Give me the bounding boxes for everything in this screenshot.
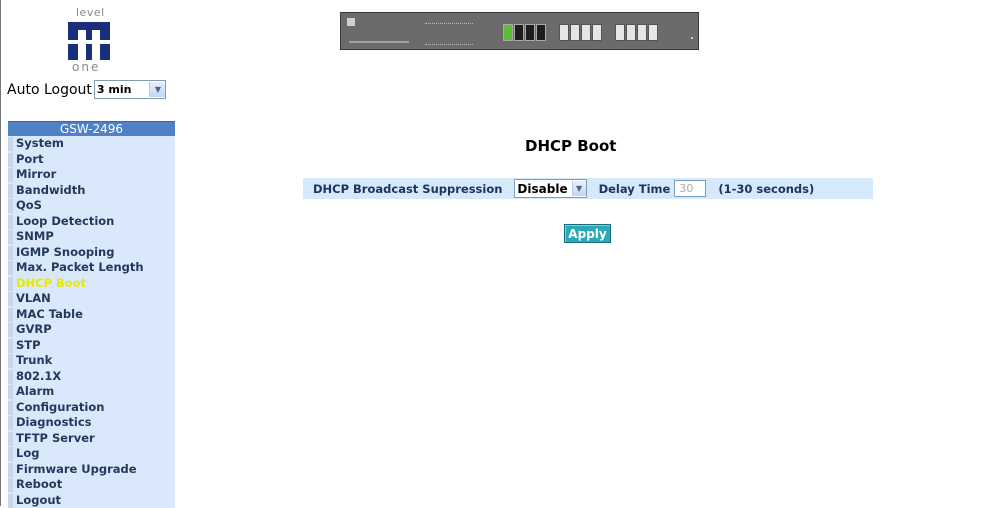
menu-header: GSW-2496 bbox=[8, 121, 175, 136]
sidebar-item-system[interactable]: System bbox=[8, 136, 175, 152]
port-icon bbox=[615, 24, 625, 41]
sidebar-item-port[interactable]: Port bbox=[8, 152, 175, 168]
sidebar-item-mac-table[interactable]: MAC Table bbox=[8, 307, 175, 323]
port-icon bbox=[514, 24, 524, 41]
chevron-down-icon[interactable]: ▼ bbox=[149, 82, 165, 97]
suppression-label: DHCP Broadcast Suppression bbox=[313, 182, 502, 196]
sidebar-item-max-packet-length[interactable]: Max. Packet Length bbox=[8, 260, 175, 276]
port-icon bbox=[592, 24, 602, 41]
port-icon bbox=[648, 24, 658, 41]
device-indicator bbox=[691, 37, 693, 39]
logo-text-top: level bbox=[76, 6, 105, 19]
sidebar-item-vlan[interactable]: VLAN bbox=[8, 291, 175, 307]
port-group-2 bbox=[559, 24, 602, 42]
sidebar-item-loop-detection[interactable]: Loop Detection bbox=[8, 214, 175, 230]
dhcp-settings-row: DHCP Broadcast Suppression Disable ▼ Del… bbox=[303, 178, 873, 199]
sidebar-item-log[interactable]: Log bbox=[8, 446, 175, 462]
suppression-value: Disable bbox=[517, 182, 567, 196]
device-led-panel bbox=[425, 23, 473, 45]
device-logo-icon bbox=[347, 18, 355, 26]
logo-text-bottom: one bbox=[72, 60, 100, 74]
sidebar-item-firmware-upgrade[interactable]: Firmware Upgrade bbox=[8, 462, 175, 478]
switch-device-image bbox=[340, 12, 699, 50]
menu-item-list: SystemPortMirrorBandwidthQoSLoop Detecti… bbox=[8, 136, 175, 508]
delay-range-hint: (1-30 seconds) bbox=[718, 182, 814, 196]
sidebar-menu: GSW-2496 SystemPortMirrorBandwidthQoSLoo… bbox=[8, 121, 175, 508]
auto-logout-select[interactable]: 3 min ▼ bbox=[94, 80, 167, 99]
port-icon bbox=[637, 24, 647, 41]
sidebar-item-snmp[interactable]: SNMP bbox=[8, 229, 175, 245]
sidebar-item-802-1x[interactable]: 802.1X bbox=[8, 369, 175, 385]
port-icon bbox=[536, 24, 546, 41]
port-icon bbox=[570, 24, 580, 41]
sidebar-item-dhcp-boot[interactable]: DHCP Boot bbox=[8, 276, 175, 292]
port-icon bbox=[525, 24, 535, 41]
left-frame-border bbox=[0, 0, 1, 506]
sidebar-item-qos[interactable]: QoS bbox=[8, 198, 175, 214]
suppression-select[interactable]: Disable ▼ bbox=[514, 179, 586, 198]
sidebar-item-alarm[interactable]: Alarm bbox=[8, 384, 175, 400]
port-icon bbox=[626, 24, 636, 41]
port-icon bbox=[559, 24, 569, 41]
sidebar-item-reboot[interactable]: Reboot bbox=[8, 477, 175, 493]
delay-time-label: Delay Time bbox=[599, 182, 671, 196]
sidebar-item-bandwidth[interactable]: Bandwidth bbox=[8, 183, 175, 199]
auto-logout: Auto Logout 3 min ▼ bbox=[7, 80, 166, 99]
chevron-down-icon[interactable]: ▼ bbox=[572, 181, 586, 196]
levelone-logo: level one bbox=[60, 6, 120, 76]
sidebar-item-igmp-snooping[interactable]: IGMP Snooping bbox=[8, 245, 175, 261]
port-group-1 bbox=[503, 24, 546, 42]
sidebar-item-diagnostics[interactable]: Diagnostics bbox=[8, 415, 175, 431]
port-group-3 bbox=[615, 24, 658, 42]
port-icon bbox=[503, 24, 513, 41]
sidebar-item-gvrp[interactable]: GVRP bbox=[8, 322, 175, 338]
sidebar-item-stp[interactable]: STP bbox=[8, 338, 175, 354]
sidebar-item-tftp-server[interactable]: TFTP Server bbox=[8, 431, 175, 447]
auto-logout-label: Auto Logout bbox=[7, 82, 92, 98]
logo-mark-icon bbox=[68, 22, 110, 60]
apply-button[interactable]: Apply bbox=[564, 224, 611, 243]
sidebar-item-configuration[interactable]: Configuration bbox=[8, 400, 175, 416]
delay-time-input[interactable] bbox=[674, 180, 706, 197]
device-label-strip bbox=[349, 41, 409, 43]
auto-logout-value: 3 min bbox=[97, 83, 132, 96]
port-icon bbox=[581, 24, 591, 41]
sidebar-item-trunk[interactable]: Trunk bbox=[8, 353, 175, 369]
sidebar-item-mirror[interactable]: Mirror bbox=[8, 167, 175, 183]
page-title: DHCP Boot bbox=[525, 137, 616, 155]
